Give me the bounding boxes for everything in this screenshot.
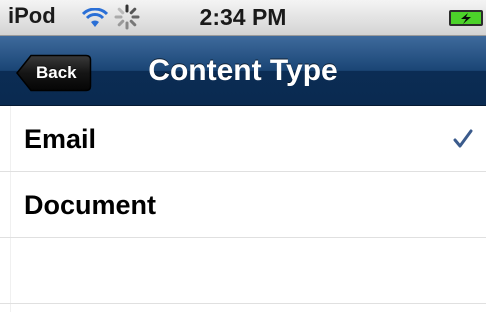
content-type-list: Email Document bbox=[0, 106, 486, 304]
back-button-label: Back bbox=[36, 63, 77, 82]
status-time: 2:34 PM bbox=[199, 4, 287, 30]
navigation-bar: Content Type Back bbox=[0, 36, 486, 106]
status-bar: iPod 2:34 PM bbox=[0, 0, 486, 36]
battery-charging-icon bbox=[448, 8, 486, 33]
checkmark-icon bbox=[452, 128, 474, 155]
list-item-empty bbox=[0, 238, 486, 304]
list-item-label: Document bbox=[24, 190, 157, 220]
list-item-email[interactable]: Email bbox=[0, 106, 486, 172]
list-item-document[interactable]: Document bbox=[0, 172, 486, 238]
list-item-label: Email bbox=[24, 124, 97, 154]
back-button[interactable]: Back bbox=[16, 54, 92, 92]
